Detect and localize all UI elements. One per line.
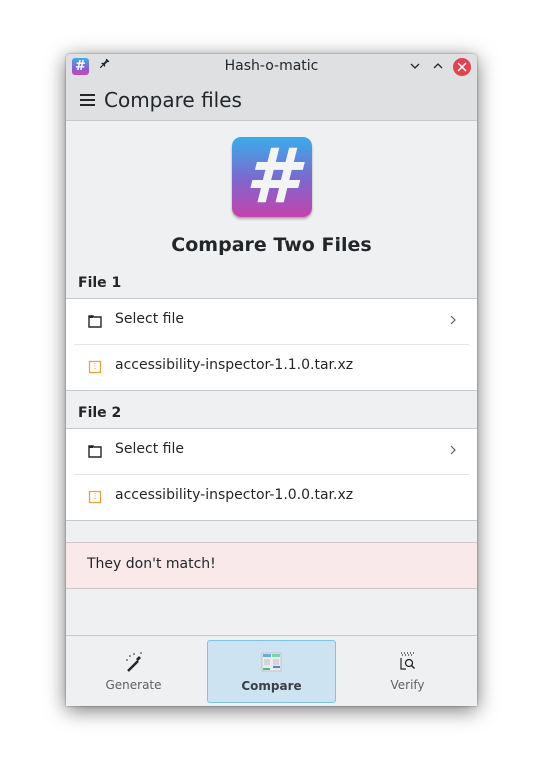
verify-icon	[400, 652, 416, 670]
chevron-right-icon	[450, 315, 456, 325]
file1-label: File 1	[78, 275, 122, 291]
file2-select-button[interactable]: Select file	[74, 429, 469, 475]
chevron-down-icon	[410, 63, 420, 69]
file1-selected-item: accessibility-inspector-1.1.0.tar.xz	[74, 345, 469, 390]
maximize-button[interactable]	[428, 57, 448, 77]
result-message: They don't match!	[87, 556, 216, 572]
close-button[interactable]	[453, 58, 471, 76]
compare-heading: Compare Two Files	[171, 234, 372, 256]
app-logo-icon: #	[232, 137, 312, 217]
hamburger-menu-icon[interactable]	[80, 94, 95, 106]
file1-select-button[interactable]: Select file	[74, 299, 469, 345]
file1-select-label: Select file	[115, 311, 184, 327]
file2-filename: accessibility-inspector-1.0.0.tar.xz	[115, 487, 354, 503]
result-alert: They don't match!	[66, 542, 477, 589]
bottom-nav: Generate Compare Verify	[66, 635, 477, 706]
folder-icon	[88, 445, 102, 458]
file2-label: File 2	[78, 405, 122, 421]
file2-select-label: Select file	[115, 441, 184, 457]
compare-icon	[261, 652, 282, 672]
page-header: Compare files	[66, 80, 477, 121]
tab-compare-label: Compare	[241, 679, 302, 693]
file1-card: Select file accessibility-inspector-1.1.…	[66, 298, 477, 391]
app-window: # Hash-o-matic Compare files # Compare T…	[66, 54, 477, 706]
file1-filename: accessibility-inspector-1.1.0.tar.xz	[115, 357, 354, 373]
tab-generate[interactable]: Generate	[70, 640, 197, 701]
file2-selected-item: accessibility-inspector-1.0.0.tar.xz	[74, 475, 469, 520]
chevron-up-icon	[433, 63, 443, 69]
tab-generate-label: Generate	[105, 678, 162, 692]
folder-icon	[88, 315, 102, 328]
chevron-right-icon	[450, 445, 456, 455]
title-bar[interactable]: # Hash-o-matic	[66, 54, 477, 80]
archive-icon	[88, 490, 102, 504]
close-icon	[457, 62, 467, 72]
page-title: Compare files	[104, 88, 242, 112]
magic-wand-icon	[126, 652, 142, 672]
tab-verify-label: Verify	[390, 678, 425, 692]
tab-verify[interactable]: Verify	[344, 640, 471, 701]
minimize-button[interactable]	[405, 57, 425, 77]
file2-card: Select file accessibility-inspector-1.0.…	[66, 428, 477, 521]
archive-icon	[88, 360, 102, 374]
tab-compare[interactable]: Compare	[207, 640, 336, 703]
